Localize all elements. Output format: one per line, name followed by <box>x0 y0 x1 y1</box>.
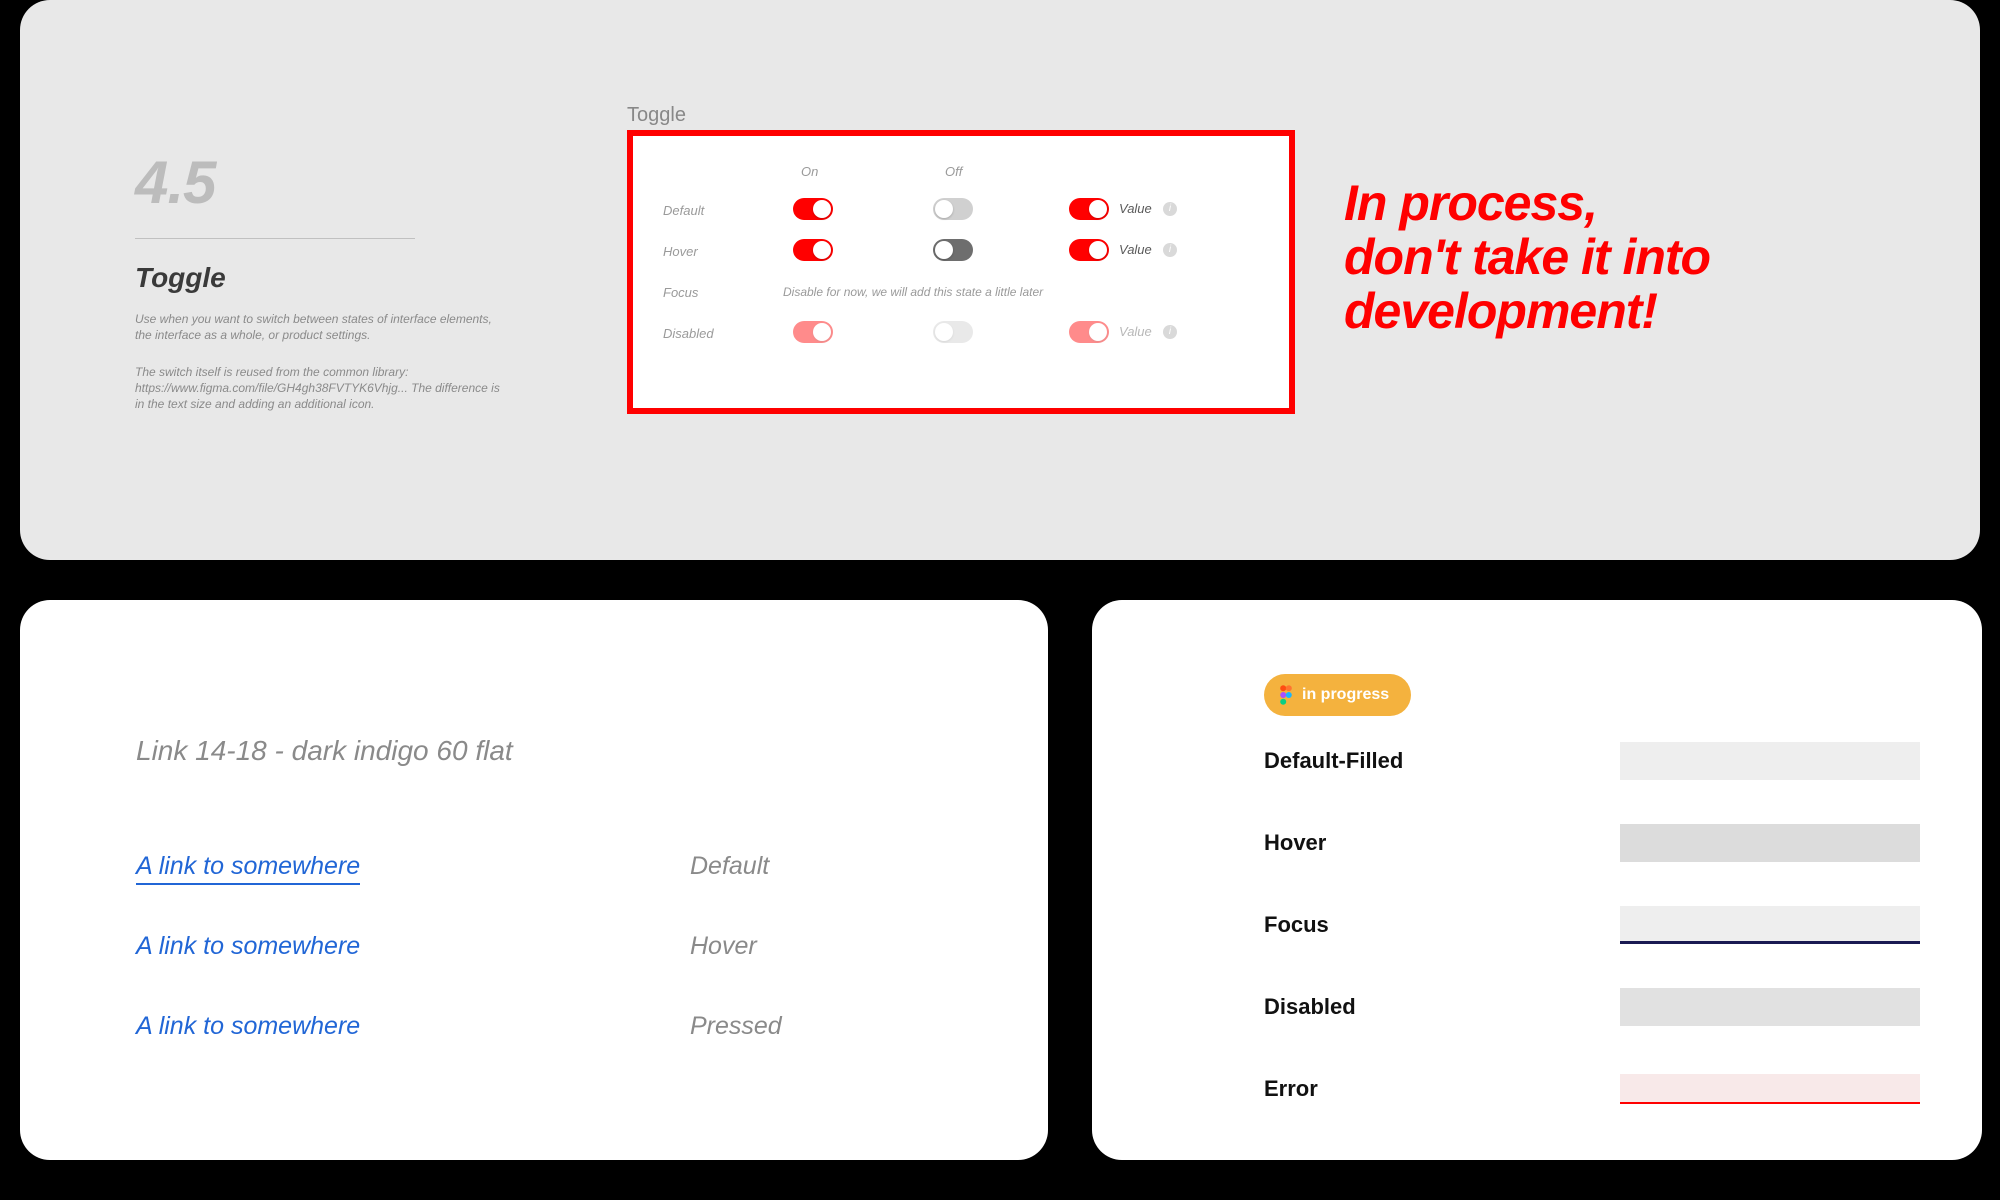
toggle-hover-value[interactable] <box>1069 239 1109 261</box>
input-label: Disabled <box>1264 994 1356 1020</box>
input-default[interactable] <box>1620 742 1920 780</box>
input-row-focus: Focus <box>1264 904 1920 946</box>
toggle-spec-card: 4.5 Toggle Use when you want to switch b… <box>20 0 1980 560</box>
input-hover[interactable] <box>1620 824 1920 862</box>
toggle-disabled-value <box>1069 321 1109 343</box>
link-hover[interactable]: A link to somewhere <box>136 932 360 961</box>
info-icon: i <box>1163 325 1177 339</box>
row-label-hover: Hover <box>663 244 698 259</box>
input-focus[interactable] <box>1620 906 1920 944</box>
link-state-hover: Hover <box>690 932 757 961</box>
toggle-disabled-on <box>793 321 833 343</box>
badge-text: in progress <box>1302 686 1389 704</box>
link-state-pressed: Pressed <box>690 1012 782 1041</box>
value-label-default: Value <box>1119 201 1152 216</box>
section-desc-2: The switch itself is reused from the com… <box>135 364 505 413</box>
figma-icon <box>1280 685 1292 705</box>
input-row-disabled: Disabled <box>1264 986 1920 1028</box>
row-label-default: Default <box>663 203 704 218</box>
value-label-disabled: Value <box>1119 324 1152 339</box>
links-title: Link 14-18 - dark indigo 60 flat <box>136 735 513 767</box>
col-head-on: On <box>801 164 818 179</box>
toggle-default-on[interactable] <box>793 198 833 220</box>
input-label: Error <box>1264 1076 1318 1102</box>
input-label: Focus <box>1264 912 1329 938</box>
input-row-default: Default-Filled <box>1264 740 1920 782</box>
toggle-default-off[interactable] <box>933 198 973 220</box>
input-error[interactable] <box>1620 1074 1920 1104</box>
focus-note: Disable for now, we will add this state … <box>783 285 1043 299</box>
links-card: Link 14-18 - dark indigo 60 flat A link … <box>20 600 1048 1160</box>
link-pressed[interactable]: A link to somewhere <box>136 1012 360 1041</box>
toggle-hover-off[interactable] <box>933 239 973 261</box>
toggle-panel: On Off Default Hover Focus Disabled Valu… <box>627 130 1295 414</box>
input-disabled <box>1620 988 1920 1026</box>
row-label-focus: Focus <box>663 285 698 300</box>
section-title: Toggle <box>135 262 226 294</box>
value-label-hover: Value <box>1119 242 1152 257</box>
toggle-default-value[interactable] <box>1069 198 1109 220</box>
warning-text: In process, don't take it into developme… <box>1344 176 1710 338</box>
info-icon[interactable]: i <box>1163 243 1177 257</box>
link-state-default: Default <box>690 852 769 881</box>
info-icon[interactable]: i <box>1163 202 1177 216</box>
divider <box>135 238 415 239</box>
link-default[interactable]: A link to somewhere <box>136 852 360 885</box>
section-desc-1: Use when you want to switch between stat… <box>135 311 495 343</box>
input-label: Default-Filled <box>1264 748 1403 774</box>
input-row-error: Error <box>1264 1068 1920 1110</box>
row-label-disabled: Disabled <box>663 326 714 341</box>
panel-label: Toggle <box>627 104 686 127</box>
toggle-disabled-off <box>933 321 973 343</box>
in-progress-badge: in progress <box>1264 674 1411 716</box>
toggle-hover-on[interactable] <box>793 239 833 261</box>
section-number: 4.5 <box>135 148 215 217</box>
inputs-card: in progress Default-Filled Hover Focus D… <box>1092 600 1982 1160</box>
input-row-hover: Hover <box>1264 822 1920 864</box>
input-label: Hover <box>1264 830 1326 856</box>
col-head-off: Off <box>945 164 962 179</box>
